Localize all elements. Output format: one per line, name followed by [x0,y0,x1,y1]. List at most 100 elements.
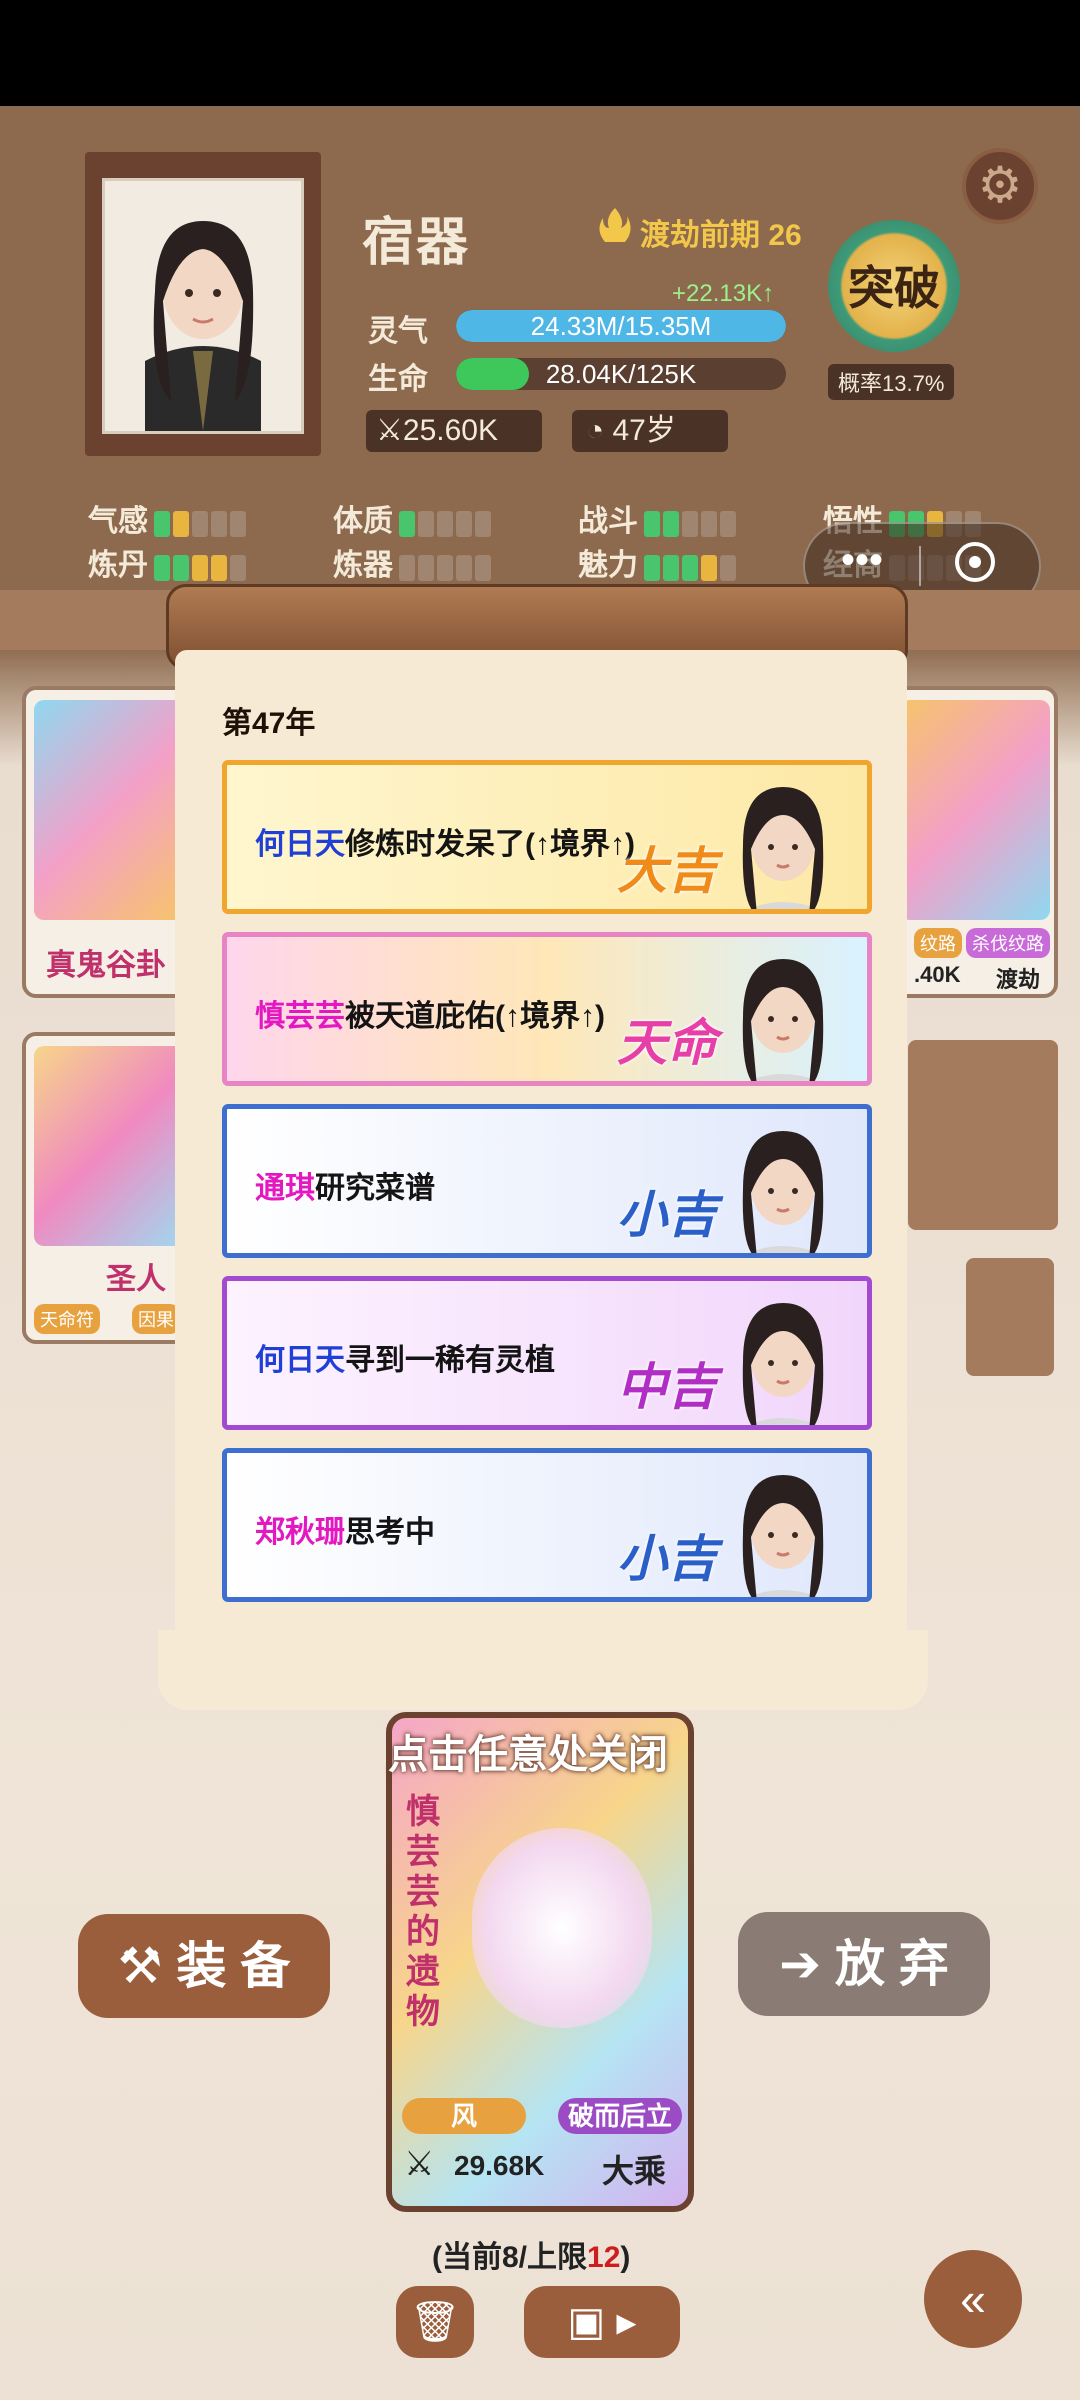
flame-icon [595,206,635,246]
item-realm: 大乘 [602,2153,667,2189]
event-item[interactable]: 通琪研究菜谱 小吉 [222,1104,872,1258]
attribute-pips [154,550,249,584]
attribute-pip [192,555,208,582]
attribute-pip [418,555,434,582]
attribute-pip [173,511,189,538]
card-label: 圣人 [106,1263,166,1296]
item-power: 29.68K [454,2150,545,2181]
bg-card-saint[interactable]: 圣人 天命符 因果 [22,1032,192,1344]
hp-label: 生命 [368,363,428,396]
attribute-label: 炼丹 [88,549,148,582]
capacity-suffix: ) [620,2241,631,2274]
event-character-name: 何日天 [255,1344,345,1377]
event-text: 慎芸芸被天道庇佑(↑境界↑) [255,991,605,1035]
event-item[interactable]: 何日天修炼时发呆了(↑境界↑) 大吉 [222,760,872,914]
bg-card-guigua[interactable]: 真鬼谷卦 [22,686,192,998]
character-portrait[interactable] [102,178,304,434]
settings-gear-icon[interactable]: ⚙ [962,148,1038,224]
event-item[interactable]: 慎芸芸被天道庇佑(↑境界↑) 天命 [222,932,872,1086]
attribute-6: 魅力 [578,540,739,584]
power-value: 25.60K [402,414,498,447]
sword-icon: ⚔ [376,414,403,447]
attribute-pip [211,511,227,538]
attribute-pip [663,511,679,538]
attribute-2: 战斗 [578,496,739,540]
item-card[interactable]: 慎芸芸的遗物 风 破而后立 ⚔ 29.68K 大乘 [386,1712,694,2212]
attribute-pip [475,555,491,582]
card-stat: 渡劫 [996,967,1041,992]
cards-icon: ▣ ▸ [567,2300,637,2344]
card-tag: 因果 [132,1304,180,1334]
attribute-pip [456,511,472,538]
event-item[interactable]: 何日天寻到一稀有灵植 中吉 [222,1276,872,1430]
qi-gain: +22.13K↑ [672,280,775,307]
back-button[interactable]: « [924,2250,1022,2348]
trash-button[interactable]: 🗑 [396,2286,474,2358]
attribute-pip [230,511,246,538]
attribute-5: 炼器 [333,540,494,584]
power-chip: ⚔25.60K [366,410,542,452]
attribute-pip [437,555,453,582]
event-description: 研究菜谱 [315,1172,435,1205]
attribute-pip [682,555,698,582]
character-face-icon [699,1109,867,1253]
attribute-pip [399,511,415,538]
attribute-pip [644,555,660,582]
event-text: 郑秋珊思考中 [255,1507,435,1551]
attribute-pip [663,555,679,582]
equip-icon: ⚒ [117,1938,163,1994]
card-art [34,1046,184,1246]
event-fortune-tag: 大吉 [617,843,717,899]
card-tag: 纹路 [914,928,962,958]
close-hint[interactable]: 点击任意处关闭 [388,1722,668,1780]
event-character-name: 通琪 [255,1172,315,1205]
hp-value: 28.04K/125K [545,359,697,389]
event-description: 寻到一稀有灵植 [345,1344,555,1377]
qi-label: 灵气 [368,315,428,348]
attribute-pip [682,511,698,538]
scroll-bottom [158,1630,928,1710]
attribute-pips [399,506,494,540]
character-face-icon [699,765,867,909]
event-text: 何日天寻到一稀有灵植 [255,1335,555,1379]
attribute-pip [475,511,491,538]
event-fortune-tag: 小吉 [617,1531,717,1587]
cards-button[interactable]: ▣ ▸ [524,2286,680,2358]
attribute-pip [701,511,717,538]
equip-label: 装 备 [176,1938,291,1994]
close-circle-icon[interactable] [955,542,995,582]
attribute-pips [644,506,739,540]
event-fortune-tag: 中吉 [617,1359,717,1415]
more-icon[interactable]: ••• [841,538,883,583]
attribute-label: 战斗 [578,505,638,538]
attribute-pip [154,555,170,582]
hp-bar: 28.04K/125K [456,358,786,390]
shop-building-icon[interactable] [908,1040,1058,1230]
equip-button[interactable]: ⚒ 装 备 [78,1914,330,2018]
card-tag: 天命符 [34,1304,100,1334]
attribute-label: 气感 [88,505,148,538]
attribute-pip [644,511,660,538]
attribute-pip [437,511,453,538]
age-value: 47岁 [612,414,676,447]
character-name: 宿器 [362,214,471,272]
attribute-label: 魅力 [578,549,638,582]
attribute-pip [701,555,717,582]
item-art [472,1828,652,2028]
card-art [900,700,1050,920]
event-text: 通琪研究菜谱 [255,1163,435,1207]
back-icon: « [960,2273,986,2325]
attribute-pip [211,555,227,582]
bag-icon[interactable] [966,1258,1054,1376]
event-character-name: 郑秋珊 [255,1516,345,1549]
event-character-name: 何日天 [255,828,345,861]
age-icon: ◔ [586,414,605,447]
age-chip: ◔ 47岁 [572,410,728,452]
attribute-pips [399,550,494,584]
bg-card-sword[interactable]: 纹路 杀伐纹路 .40K 渡劫 [888,686,1058,998]
discard-button[interactable]: ➔ 放 弃 [738,1912,990,2016]
attribute-pips [644,550,739,584]
attribute-pip [230,555,246,582]
event-item[interactable]: 郑秋珊思考中小吉 [222,1448,872,1602]
capsule-divider [919,546,921,586]
